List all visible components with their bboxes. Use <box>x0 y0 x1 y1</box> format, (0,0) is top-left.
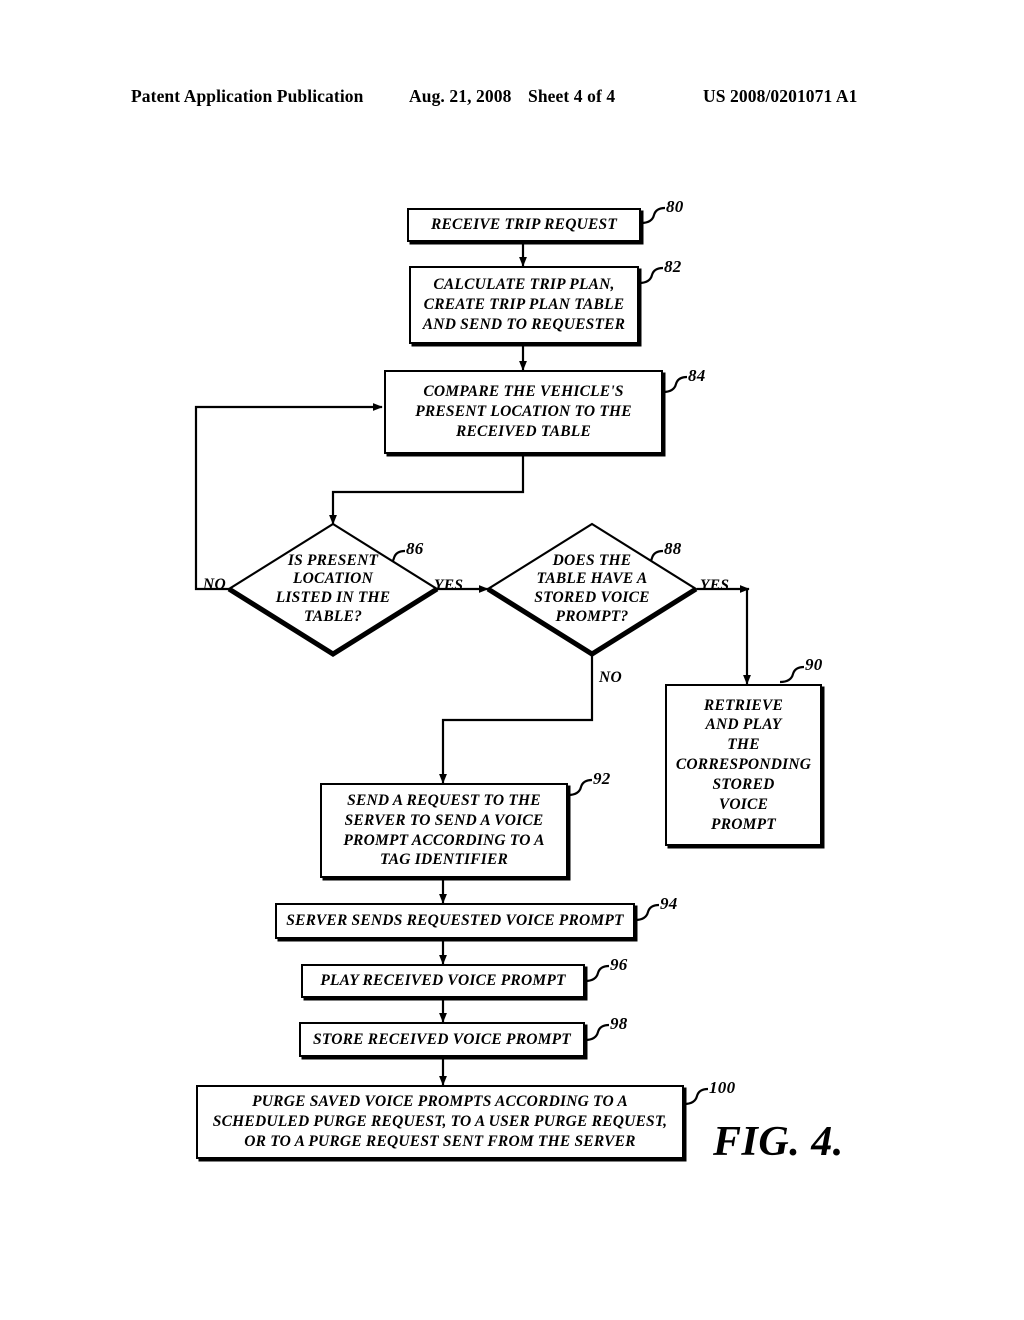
ref-numeral-98: 98 <box>610 1014 628 1033</box>
ref-numeral-86: 86 <box>406 539 424 558</box>
leader-98 <box>584 1023 610 1042</box>
ref-numeral-96: 96 <box>610 955 628 974</box>
ref-numeral-92: 92 <box>593 769 611 788</box>
ref-numeral-94: 94 <box>660 894 678 913</box>
leader-100 <box>683 1087 709 1106</box>
process-box-80-label: RECEIVE TRIP REQUEST <box>430 216 618 234</box>
process-box-82-label: CALCULATE TRIP PLAN, CREATE TRIP PLAN TA… <box>422 276 626 333</box>
process-box-100[interactable]: PURGE SAVED VOICE PROMPTS ACCORDING TO A… <box>196 1085 684 1159</box>
process-box-90[interactable]: RETRIEVE AND PLAY THE CORRESPONDING STOR… <box>665 684 822 846</box>
process-box-92[interactable]: SEND A REQUEST TO THE SERVER TO SEND A V… <box>320 783 568 878</box>
process-box-94[interactable]: SERVER SENDS REQUESTED VOICE PROMPT <box>275 903 635 939</box>
process-box-98-label: STORE RECEIVED VOICE PROMPT <box>313 1030 571 1048</box>
process-box-80[interactable]: RECEIVE TRIP REQUEST <box>407 208 641 242</box>
leader-92 <box>567 778 593 797</box>
process-box-96-label: PLAY RECEIVED VOICE PROMPT <box>320 972 566 990</box>
leader-80 <box>640 206 666 225</box>
leader-84 <box>662 375 688 394</box>
process-box-98[interactable]: STORE RECEIVED VOICE PROMPT <box>299 1022 585 1057</box>
leader-82 <box>638 266 664 285</box>
ref-numeral-90: 90 <box>805 655 823 674</box>
ref-numeral-88: 88 <box>664 539 682 558</box>
decision-diamond-86-label: IS PRESENT LOCATION LISTED IN THE TABLE? <box>275 551 391 625</box>
process-box-96[interactable]: PLAY RECEIVED VOICE PROMPT <box>301 964 585 998</box>
ref-numeral-80: 80 <box>666 197 684 216</box>
figure-caption: FIG. 4. <box>713 1119 844 1165</box>
process-box-84[interactable]: COMPARE THE VEHICLE'S PRESENT LOCATION T… <box>384 370 663 454</box>
process-box-92-label: SEND A REQUEST TO THE SERVER TO SEND A V… <box>343 791 545 869</box>
ref-numeral-100: 100 <box>709 1078 736 1097</box>
process-box-82[interactable]: CALCULATE TRIP PLAN, CREATE TRIP PLAN TA… <box>409 266 639 344</box>
edge-label-86-yes: YES <box>434 577 464 594</box>
ref-numeral-82: 82 <box>664 257 682 276</box>
edge-label-88-no: NO <box>599 669 622 686</box>
edge-88-no <box>439 650 594 784</box>
edge-label-88-yes: YES <box>700 577 730 594</box>
leader-90 <box>779 665 805 684</box>
flowchart-figure: RECEIVE TRIP REQUEST CALCULATE TRIP PLAN… <box>0 0 1024 1320</box>
decision-diamond-88-label: DOES THE TABLE HAVE A STORED VOICE PROMP… <box>534 551 650 625</box>
edge-84-86 <box>329 454 525 525</box>
ref-numeral-84: 84 <box>688 366 706 385</box>
edge-label-86-no: NO <box>203 576 226 593</box>
leader-96 <box>584 964 610 983</box>
process-box-94-label: SERVER SENDS REQUESTED VOICE PROMPT <box>286 912 624 930</box>
leader-94 <box>634 903 660 922</box>
process-box-84-label: COMPARE THE VEHICLE'S PRESENT LOCATION T… <box>415 383 632 440</box>
process-box-90-label: RETRIEVE AND PLAY THE CORRESPONDING STOR… <box>675 696 812 833</box>
process-box-100-label: PURGE SAVED VOICE PROMPTS ACCORDING TO A… <box>212 1093 668 1150</box>
